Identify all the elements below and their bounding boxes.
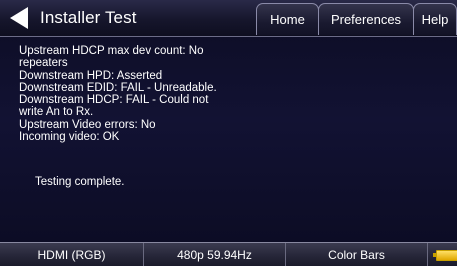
- result-line: repeaters: [19, 57, 68, 70]
- installer-test-screen: Installer Test Home Preferences Help Ups…: [0, 0, 457, 266]
- page-title: Installer Test: [40, 8, 137, 27]
- test-status-message: Testing complete.: [35, 176, 125, 188]
- output-format-button[interactable]: HDMI (RGB): [0, 243, 144, 266]
- result-line: Incoming video: OK: [19, 131, 120, 144]
- result-line: Upstream Video errors: No: [19, 118, 156, 131]
- tab-preferences[interactable]: Preferences: [318, 3, 414, 35]
- status-bar: HDMI (RGB) 480p 59.94Hz Color Bars: [0, 242, 457, 266]
- result-line: Downstream HDCP: FAIL - Could not: [19, 94, 209, 107]
- resolution-button[interactable]: 480p 59.94Hz: [144, 243, 286, 266]
- header-bar: Installer Test Home Preferences Help: [0, 0, 457, 37]
- pattern-button[interactable]: Color Bars: [286, 243, 428, 266]
- test-results: Upstream HDCP max dev count: No repeater…: [19, 45, 259, 143]
- battery-indicator: [428, 243, 457, 266]
- tab-home[interactable]: Home: [256, 3, 319, 35]
- nav-tabs: Home Preferences Help: [256, 0, 457, 36]
- result-line: write An to Rx.: [19, 106, 94, 119]
- back-arrow-icon[interactable]: [8, 6, 32, 30]
- battery-icon: [436, 250, 457, 261]
- tab-help[interactable]: Help: [413, 3, 457, 35]
- result-line: Downstream HPD: Asserted: [19, 69, 163, 82]
- result-line: Downstream EDID: FAIL - Unreadable.: [19, 81, 217, 94]
- result-line: Upstream HDCP max dev count: No: [19, 45, 204, 57]
